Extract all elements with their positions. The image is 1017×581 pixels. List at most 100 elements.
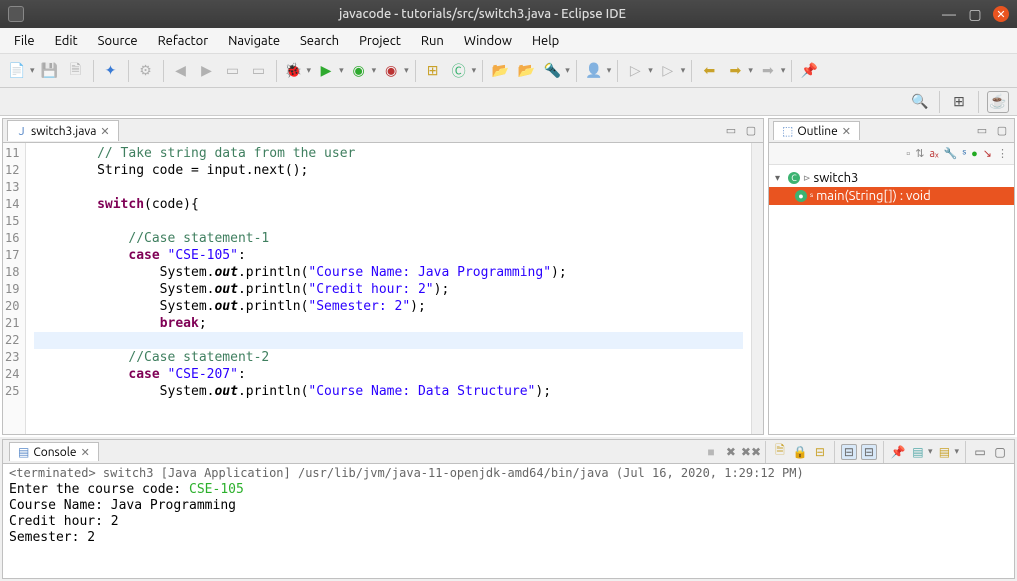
dropdown-icon[interactable]: ▾	[30, 65, 35, 76]
menu-navigate[interactable]: Navigate	[218, 31, 290, 51]
box2-icon[interactable]: ▭	[248, 60, 270, 82]
dropdown-icon[interactable]: ▾	[748, 65, 753, 76]
minimize-button[interactable]: —	[941, 6, 957, 22]
new-class-icon[interactable]: Ⓒ	[448, 60, 470, 82]
search-icon[interactable]: 🔍	[909, 91, 931, 113]
dropdown-icon[interactable]: ▾	[339, 65, 344, 76]
back-seg-icon[interactable]: ◀	[170, 60, 192, 82]
debug-icon[interactable]: 🐞	[283, 60, 305, 82]
dropdown-icon[interactable]: ▾	[928, 446, 933, 457]
menu-search[interactable]: Search	[290, 31, 349, 51]
show-console2-icon[interactable]: ⊟	[861, 444, 877, 460]
undo-icon[interactable]: ⚙	[135, 60, 157, 82]
word-wrap-icon[interactable]: ⊟	[812, 444, 828, 460]
new-package-icon[interactable]: ⊞	[422, 60, 444, 82]
save-all-icon[interactable]: 🗎	[65, 60, 87, 82]
menu-project[interactable]: Project	[349, 31, 411, 51]
save-icon[interactable]: 💾	[39, 60, 61, 82]
wand-icon[interactable]: ✦	[100, 60, 122, 82]
dropdown-icon[interactable]: ▾	[781, 65, 786, 76]
menu-source[interactable]: Source	[88, 31, 148, 51]
fwd-seg-icon[interactable]: ▶	[196, 60, 218, 82]
fwd-icon[interactable]: ➡	[724, 60, 746, 82]
dropdown-icon[interactable]: ▾	[404, 65, 409, 76]
menu-help[interactable]: Help	[522, 31, 569, 51]
console-line: Credit hour: 2	[9, 514, 1008, 530]
maximize-pane-icon[interactable]: ▢	[743, 123, 759, 139]
nav-next-icon[interactable]: ▷	[657, 60, 679, 82]
hide-nonpublic-icon[interactable]: ●	[971, 148, 978, 160]
main-area: Ｊ switch3.java ✕ ▭ ▢ 1112131415161718192…	[0, 116, 1017, 437]
java-perspective-icon[interactable]: ☕	[987, 91, 1009, 113]
editor-pane: Ｊ switch3.java ✕ ▭ ▢ 1112131415161718192…	[2, 118, 764, 435]
editor-scrollbar[interactable]	[751, 143, 763, 434]
code-line: switch(code){	[34, 196, 743, 213]
console-output[interactable]: Enter the course code: CSE-105 Course Na…	[3, 482, 1014, 578]
outline-tab[interactable]: ⬚ Outline ✕	[773, 121, 860, 140]
code-line: case "CSE-207":	[34, 366, 743, 383]
menu-edit[interactable]: Edit	[45, 31, 88, 51]
minimize-pane-icon[interactable]: ▭	[974, 123, 990, 139]
coverage-icon[interactable]: ◉	[348, 60, 370, 82]
open-perspective-icon[interactable]: ⊞	[948, 91, 970, 113]
menu-refactor[interactable]: Refactor	[148, 31, 219, 51]
hide-fields-icon[interactable]: 🔧	[944, 147, 958, 160]
close-button[interactable]: ✕	[993, 6, 1009, 22]
tab-close-icon[interactable]: ✕	[100, 125, 109, 138]
maximize-button[interactable]: ▢	[967, 6, 983, 22]
pin-icon[interactable]: 📌	[798, 60, 820, 82]
fwd2-icon[interactable]: ➡	[757, 60, 779, 82]
remove-all-icon[interactable]: ✖✖	[743, 444, 759, 460]
tab-close-icon[interactable]: ✕	[81, 446, 90, 459]
ext-tools-icon[interactable]: ◉	[380, 60, 402, 82]
editor-tab[interactable]: Ｊ switch3.java ✕	[7, 120, 119, 141]
dropdown-icon[interactable]: ▾	[307, 65, 312, 76]
maximize-pane-icon[interactable]: ▢	[994, 123, 1010, 139]
console-tab[interactable]: ▤ Console ✕	[9, 442, 99, 461]
minimize-pane-icon[interactable]: ▭	[723, 123, 739, 139]
back-icon[interactable]: ⬅	[698, 60, 720, 82]
hide-static-icon[interactable]: ˢ	[962, 148, 966, 160]
flashlight-icon[interactable]: 🔦	[541, 60, 563, 82]
expand-toggle-icon[interactable]: ▾	[775, 172, 785, 184]
code-editor[interactable]: 111213141516171819202122232425 // Take s…	[3, 143, 763, 434]
box-icon[interactable]: ▭	[222, 60, 244, 82]
code-line	[34, 213, 743, 230]
dropdown-icon[interactable]: ▾	[472, 65, 477, 76]
outline-class-row[interactable]: ▾ C ⊳ switch3	[769, 169, 1014, 187]
display-selected-icon[interactable]: ▤	[910, 444, 926, 460]
open-console-icon[interactable]: ▤	[936, 444, 952, 460]
minimize-pane-icon[interactable]: ▭	[972, 444, 988, 460]
focus-icon[interactable]: ▫	[906, 148, 910, 160]
open-task-icon[interactable]: 👤	[583, 60, 605, 82]
az-sort-icon[interactable]: aₓ	[929, 148, 938, 160]
dropdown-icon[interactable]: ▾	[372, 65, 377, 76]
terminate-icon[interactable]: ■	[703, 444, 719, 460]
tab-close-icon[interactable]: ✕	[842, 125, 851, 138]
new-icon[interactable]: 📄	[6, 60, 28, 82]
scroll-lock-icon[interactable]: 🔒	[792, 444, 808, 460]
code-line: System.out.println("Semester: 2");	[34, 298, 743, 315]
dropdown-icon[interactable]: ▾	[607, 65, 612, 76]
remove-launch-icon[interactable]: ✖	[723, 444, 739, 460]
menu-run[interactable]: Run	[411, 31, 454, 51]
clear-console-icon[interactable]: 🗎	[772, 444, 788, 460]
open-type-icon[interactable]: 📂	[489, 60, 511, 82]
search2-icon[interactable]: 📂	[515, 60, 537, 82]
pin-console-icon[interactable]: 📌	[890, 444, 906, 460]
menu-window[interactable]: Window	[454, 31, 522, 51]
menu-file[interactable]: File	[4, 31, 45, 51]
sort-icon[interactable]: ⇅	[915, 147, 924, 160]
dropdown-icon[interactable]: ▾	[954, 446, 959, 457]
maximize-pane-icon[interactable]: ▢	[992, 444, 1008, 460]
dropdown-icon[interactable]: ▾	[681, 65, 686, 76]
nav-prev-icon[interactable]: ▷	[624, 60, 646, 82]
show-console-icon[interactable]: ⊟	[841, 444, 857, 460]
outline-method-row[interactable]: ● ˢ main(String[]) : void	[769, 187, 1014, 205]
console-title: Console	[33, 446, 76, 459]
dropdown-icon[interactable]: ▾	[648, 65, 653, 76]
hide-local-icon[interactable]: ↘	[983, 147, 992, 160]
run-icon[interactable]: ▶	[315, 60, 337, 82]
view-menu-icon[interactable]: ⋮	[997, 147, 1008, 160]
dropdown-icon[interactable]: ▾	[565, 65, 570, 76]
